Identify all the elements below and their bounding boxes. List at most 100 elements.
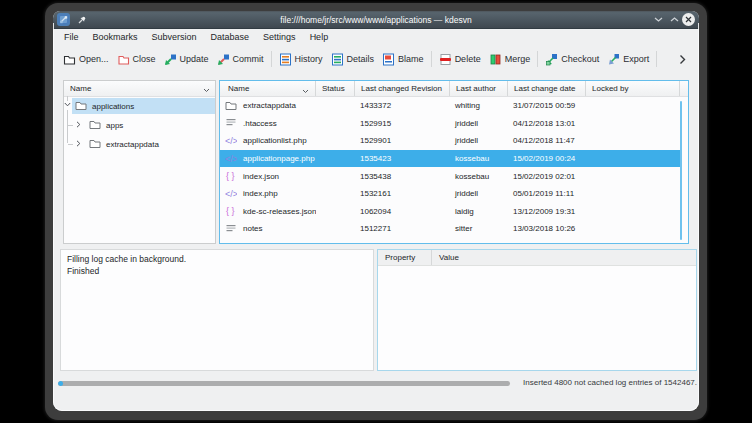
file-name-cell: extractappdata (220, 97, 316, 115)
properties-header-property[interactable]: Property (378, 250, 432, 265)
close-button[interactable] (682, 13, 695, 26)
properties-panel: Property Value (377, 249, 697, 371)
file-list-panel: Name Status Last changed RevisionLast auth… (219, 80, 689, 244)
tree-item-applications[interactable]: applications (64, 97, 215, 116)
file-name-label: applicationlist.php (243, 136, 307, 145)
file-cell: 31/07/2015 00:59 (508, 97, 586, 115)
column-header-label: Status (322, 84, 345, 93)
file-name-cell: { }index.json (220, 167, 316, 185)
chevron-down-icon[interactable] (64, 102, 71, 107)
chevron-right-icon[interactable] (76, 140, 81, 147)
text-file-icon (225, 223, 237, 235)
sort-chevron-icon (302, 87, 309, 96)
toolbar-button-label: Close (133, 54, 156, 64)
svg-text:{ }: { } (226, 171, 235, 181)
details-icon (331, 53, 344, 66)
file-cell: 1433372 (355, 97, 450, 115)
menu-bookmarks[interactable]: Bookmarks (86, 29, 145, 46)
file-row-notes[interactable]: notes1512271sitter13/03/2018 10:26 (220, 220, 680, 238)
file-cell (586, 203, 680, 221)
history-icon (279, 53, 292, 66)
file-name-cell: </> applicationlist.php (220, 132, 316, 150)
toolbar-separator (271, 51, 272, 67)
file-cell (316, 220, 355, 238)
file-row-index.php[interactable]: </>index.php1532161jriddell05/01/2019 11… (220, 185, 680, 203)
progress-bar (58, 381, 510, 386)
log-line: Filling log cache in background. (67, 253, 367, 265)
tree-item-label: apps (106, 121, 123, 130)
tree-rows: applications apps extractappdata (64, 97, 215, 154)
file-cell (316, 203, 355, 221)
toolbar-overflow-button[interactable] (679, 54, 686, 65)
column-header-last-changed-revision[interactable]: Last changed Revision (355, 81, 450, 96)
file-row-applicationlist.php[interactable]: </>applicationlist.php1529901jriddell04/… (220, 132, 680, 150)
toolbar-button-label: Details (347, 54, 375, 64)
file-list-header: Name Status Last changed RevisionLast auth… (220, 81, 688, 97)
file-row-.htaccess[interactable]: .htaccess1529915jriddell04/12/2018 13:01 (220, 115, 680, 133)
file-row-extractappdata[interactable]: extractappdata1433372whiting31/07/2015 0… (220, 97, 680, 115)
vertical-scrollbar[interactable] (680, 101, 682, 240)
folder-file-icon (225, 100, 237, 112)
menu-help[interactable]: Help (303, 29, 336, 46)
log-line: Finished (67, 265, 367, 277)
kdesvn-app-icon[interactable] (57, 13, 70, 26)
file-cell (586, 150, 680, 168)
file-row-index.json[interactable]: { }index.json1535438kossebau15/02/2019 0… (220, 167, 680, 185)
titlebar[interactable]: file:///home/jr/src/www/www/applications… (53, 11, 699, 29)
properties-header-value[interactable]: Value (432, 250, 466, 265)
tree-sort-chevron-icon (203, 86, 210, 95)
column-header-locked-by[interactable]: Locked by (586, 81, 680, 96)
toolbar-button-close[interactable]: Close (113, 48, 160, 70)
maximize-button[interactable] (670, 16, 679, 23)
menu-subversion[interactable]: Subversion (145, 29, 204, 46)
blame-icon (382, 53, 395, 66)
toolbar-button-export[interactable]: Export (603, 48, 653, 70)
file-cell: 13/03/2018 10:26 (508, 220, 586, 238)
toolbar-button-details[interactable]: Details (327, 48, 379, 70)
toolbar-button-label: Delete (455, 54, 481, 64)
toolbar-separator (537, 51, 538, 67)
column-header-name[interactable]: Name (220, 81, 316, 96)
close-icon (117, 53, 130, 66)
column-header-last-author[interactable]: Last author (450, 81, 508, 96)
tree-header[interactable]: Name (64, 81, 215, 97)
delete-icon (439, 53, 452, 66)
toolbar-button-open[interactable]: Open... (59, 48, 113, 70)
file-name-cell: </>index.php (220, 185, 316, 203)
menu-settings[interactable]: Settings (256, 29, 303, 46)
file-name-label: index.php (243, 189, 278, 198)
column-header-last-change-date[interactable]: Last change date (508, 81, 586, 96)
chevron-right-icon[interactable] (76, 121, 81, 128)
toolbar-button-merge[interactable]: Merge (485, 48, 535, 70)
menu-file[interactable]: File (57, 29, 86, 46)
minimize-button[interactable] (654, 16, 663, 23)
file-cell (586, 132, 680, 150)
toolbar-button-update[interactable]: Update (160, 48, 213, 70)
tree-item-apps[interactable]: apps (64, 116, 215, 135)
file-name-cell: { }kde-sc-releases.json (220, 203, 316, 221)
column-header-label: Name (228, 84, 249, 93)
file-row-kde-sc-releases.json[interactable]: { }kde-sc-releases.json1062094laidig13/1… (220, 203, 680, 221)
toolbar-button-label: Open... (79, 54, 109, 64)
toolbar-button-checkout[interactable]: Checkout (541, 48, 603, 70)
menu-database[interactable]: Database (204, 29, 257, 46)
file-cell: 1529901 (355, 132, 450, 150)
toolbar-button-blame[interactable]: Blame (378, 48, 428, 70)
tree-item-extractappdata[interactable]: extractappdata (64, 135, 215, 154)
file-cell: kossebau (450, 167, 508, 185)
svg-text:{ }: { } (226, 206, 235, 216)
toolbar-button-history[interactable]: History (275, 48, 327, 70)
toolbar-button-commit[interactable]: Commit (213, 48, 268, 70)
column-header-status[interactable]: Status (316, 81, 355, 96)
pin-icon[interactable] (77, 15, 87, 25)
merge-icon (489, 53, 502, 66)
folder-icon (89, 138, 101, 150)
file-name-cell: .htaccess (220, 115, 316, 133)
file-list-rows: extractappdata1433372whiting31/07/2015 0… (220, 97, 688, 238)
log-output-panel: Filling log cache in background.Finished (60, 249, 374, 371)
folder-icon (75, 100, 87, 112)
file-row-applicationpage.php[interactable]: </>applicationpage.php1535423kossebau15/… (220, 150, 680, 168)
column-header-label: Last change date (514, 84, 575, 93)
svg-text:</>: </> (225, 136, 237, 146)
toolbar-button-delete[interactable]: Delete (435, 48, 485, 70)
